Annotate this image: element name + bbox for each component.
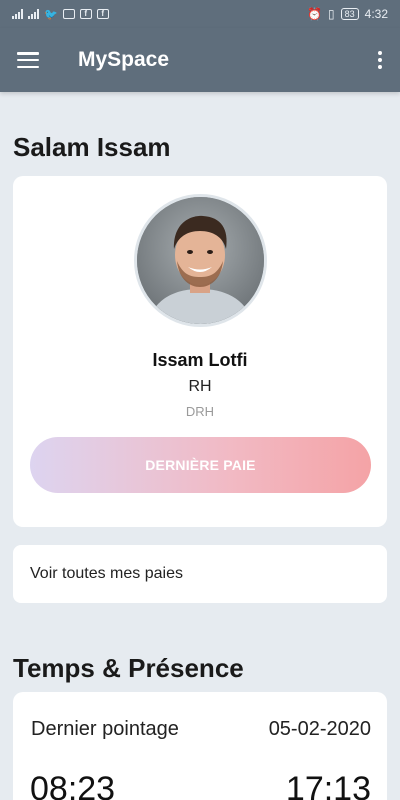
status-left: 🐦 f f bbox=[12, 8, 109, 21]
clock-out-time: 17:13 bbox=[285, 770, 371, 800]
attendance-section-title: Temps & Présence bbox=[13, 653, 244, 683]
image-icon bbox=[62, 9, 75, 19]
avatar-photo bbox=[137, 197, 264, 324]
alarm-icon: ⏰ bbox=[307, 7, 323, 21]
avatar bbox=[134, 194, 267, 327]
menu-button[interactable] bbox=[0, 28, 56, 92]
status-right: ⏰ ▯ 83 4:32 bbox=[307, 7, 388, 21]
hamburger-icon bbox=[17, 52, 39, 68]
status-bar: 🐦 f f ⏰ ▯ 83 4:32 bbox=[0, 0, 400, 28]
clock-in-time: 08:23 bbox=[30, 770, 116, 800]
app-bar: MySpace bbox=[0, 28, 400, 92]
more-options-button[interactable] bbox=[360, 28, 400, 92]
vibrate-icon: ▯ bbox=[328, 7, 335, 21]
app-title: MySpace bbox=[78, 48, 170, 71]
facebook-icon: f bbox=[79, 9, 92, 19]
signal-icon bbox=[28, 9, 39, 19]
view-all-pays-button[interactable]: Voir toutes mes paies bbox=[13, 545, 387, 603]
clock-time: 4:32 bbox=[364, 7, 388, 21]
last-clock-label: Dernier pointage bbox=[31, 718, 179, 740]
facebook-icon: f bbox=[96, 9, 109, 19]
signal-icon bbox=[12, 9, 23, 19]
profile-role: RH bbox=[188, 378, 212, 395]
last-clock-date: 05-02-2020 bbox=[268, 718, 371, 740]
profile-department: DRH bbox=[185, 404, 215, 419]
twitter-icon: 🐦 bbox=[44, 8, 58, 21]
last-pay-button[interactable]: DERNIÈRE PAIE bbox=[30, 437, 371, 493]
attendance-card[interactable]: Dernier pointage 05-02-2020 08:23 17:13 bbox=[13, 692, 387, 800]
greeting-title: Salam Issam bbox=[13, 132, 171, 162]
profile-card: Issam Lotfi RH DRH DERNIÈRE PAIE bbox=[13, 176, 387, 527]
profile-name: Issam Lotfi bbox=[152, 350, 248, 370]
battery-icon: 83 bbox=[340, 8, 359, 20]
